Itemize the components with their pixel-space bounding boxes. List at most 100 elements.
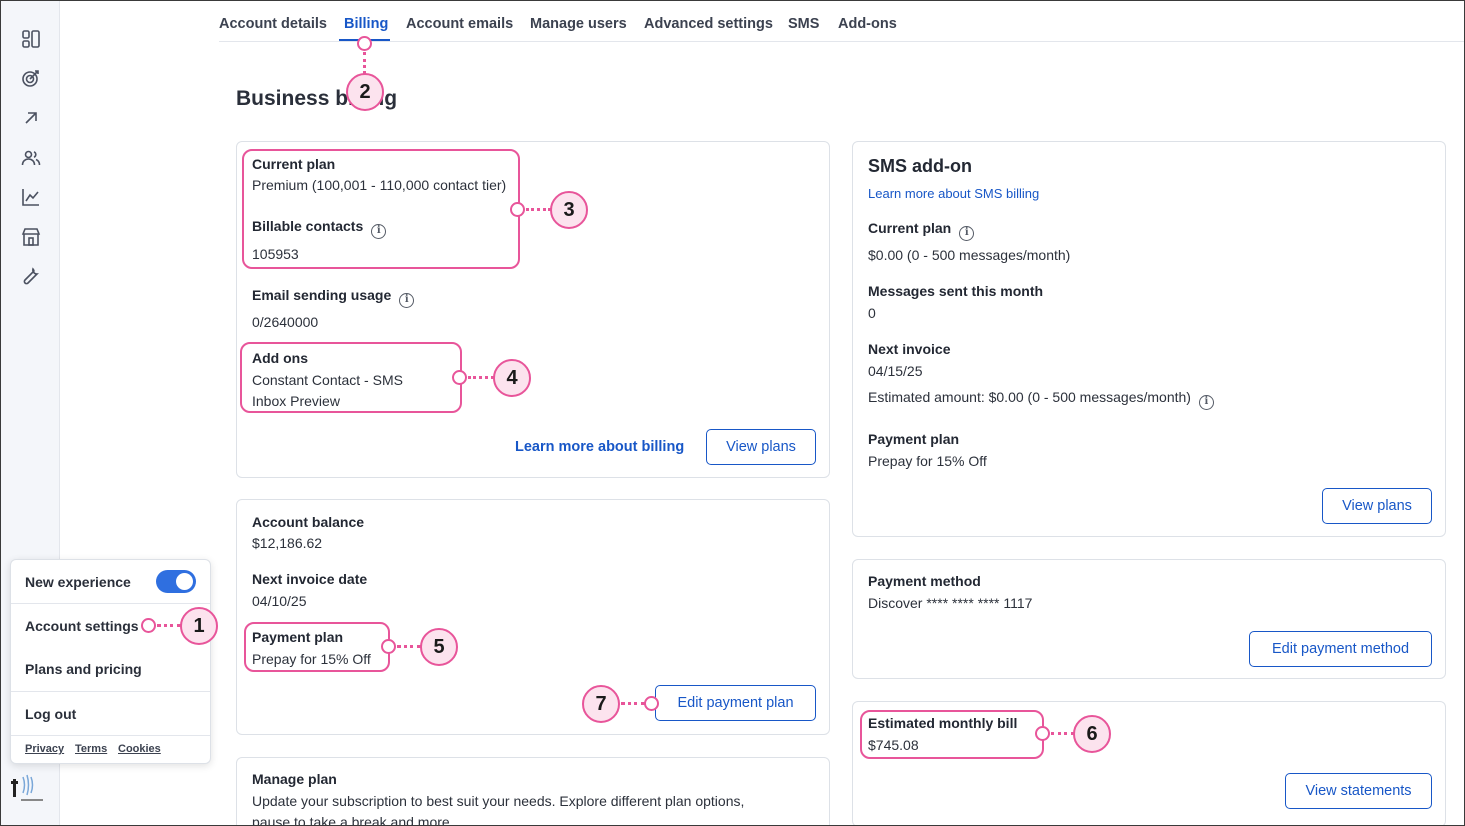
menu-divider [11, 691, 210, 692]
plan-card: Current plan Premium (100,001 - 110,000 … [236, 141, 830, 478]
email-usage-value: 0/2640000 [252, 314, 319, 330]
callout-connector [621, 702, 645, 705]
edit-payment-method-button[interactable]: Edit payment method [1249, 631, 1432, 667]
account-balance-label: Account balance [252, 514, 365, 530]
account-balance-card: Account balance $12,186.62 Next invoice … [236, 499, 830, 735]
tab-billing[interactable]: Billing [344, 16, 388, 32]
account-logo-icon[interactable] [11, 771, 47, 805]
edit-payment-plan-button[interactable]: Edit payment plan [655, 685, 816, 721]
addon-item: Constant Contact - SMS [252, 372, 403, 388]
billable-contacts-value: 105953 [252, 246, 299, 262]
callout-anchor-dot [1035, 726, 1050, 741]
app-window: Account details Billing Account emails M… [0, 0, 1465, 826]
sms-current-plan-text: Current plan [868, 220, 952, 236]
callout-anchor-dot [381, 639, 396, 654]
new-experience-toggle[interactable] [156, 570, 196, 593]
tab-sms[interactable]: SMS [788, 16, 819, 32]
sms-next-invoice-label: Next invoice [868, 341, 951, 357]
callout-badge-4: 4 [493, 359, 531, 397]
info-icon[interactable]: i [959, 226, 975, 241]
sms-estimated-text: Estimated amount: $0.00 (0 - 500 message… [868, 389, 1191, 405]
tab-advanced-settings[interactable]: Advanced settings [644, 16, 773, 32]
campaign-target-icon[interactable] [20, 67, 42, 89]
estimated-monthly-bill-label: Estimated monthly bill [868, 715, 1018, 731]
menu-divider [11, 735, 210, 736]
account-balance-value: $12,186.62 [252, 535, 323, 551]
info-icon[interactable]: i [1198, 395, 1214, 410]
payment-method-value: Discover **** **** **** 1117 [868, 595, 1033, 611]
callout-anchor-dot [357, 36, 372, 51]
tab-add-ons[interactable]: Add-ons [838, 16, 897, 32]
terms-link[interactable]: Terms [75, 743, 107, 755]
sms-next-invoice-value: 04/15/25 [868, 363, 923, 379]
callout-anchor-dot [452, 370, 467, 385]
callout-connector [468, 376, 494, 379]
manage-plan-title: Manage plan [252, 771, 337, 787]
callout-badge-6: 6 [1073, 715, 1111, 753]
log-out-menu-item[interactable]: Log out [25, 706, 76, 722]
contacts-icon[interactable] [20, 147, 42, 169]
payment-method-card: Payment method Discover **** **** **** 1… [852, 559, 1446, 679]
view-plans-button[interactable]: View plans [706, 429, 816, 465]
tab-account-details[interactable]: Account details [219, 16, 327, 32]
settings-tabs: Account details Billing Account emails M… [219, 1, 1464, 42]
store-icon[interactable] [20, 226, 42, 248]
tab-manage-users[interactable]: Manage users [530, 16, 627, 32]
current-plan-label: Current plan [252, 156, 336, 172]
sms-estimated-amount: Estimated amount: $0.00 (0 - 500 message… [868, 389, 1214, 410]
sms-current-plan-value: $0.00 (0 - 500 messages/month) [868, 247, 1071, 263]
current-plan-value: Premium (100,001 - 110,000 contact tier) [252, 177, 507, 193]
sms-current-plan-label: Current plan i [868, 220, 975, 241]
view-statements-button[interactable]: View statements [1285, 773, 1432, 809]
addon-item: Inbox Preview [252, 393, 340, 409]
tab-account-emails[interactable]: Account emails [406, 16, 513, 32]
learn-more-sms-link[interactable]: Learn more about SMS billing [868, 186, 1039, 201]
tools-wrench-icon[interactable] [20, 265, 42, 287]
callout-anchor-dot [141, 618, 156, 633]
account-settings-menu-item[interactable]: Account settings [25, 618, 139, 634]
manage-plan-card: Manage plan Update your subscription to … [236, 757, 830, 826]
info-icon[interactable]: i [371, 224, 387, 239]
estimated-monthly-bill-card: Estimated monthly bill $745.08 View stat… [852, 701, 1446, 825]
billable-contacts-label: Billable contacts i [252, 218, 387, 239]
arrow-up-right-icon[interactable] [20, 107, 42, 129]
email-usage-label: Email sending usage i [252, 287, 415, 308]
sms-payment-plan-value: Prepay for 15% Off [868, 453, 987, 469]
cookies-link[interactable]: Cookies [118, 743, 161, 755]
dashboard-icon[interactable] [20, 28, 42, 50]
sms-addon-title: SMS add-on [868, 156, 972, 176]
new-experience-label: New experience [25, 574, 131, 590]
privacy-link[interactable]: Privacy [25, 743, 64, 755]
callout-badge-3: 3 [550, 191, 588, 229]
callout-badge-1: 1 [180, 607, 218, 645]
plans-pricing-menu-item[interactable]: Plans and pricing [25, 661, 142, 677]
messages-sent-value: 0 [868, 305, 876, 321]
callout-connector [397, 645, 421, 648]
callout-connector [526, 208, 551, 211]
callout-badge-5: 5 [420, 628, 458, 666]
payment-plan-label: Payment plan [252, 629, 344, 645]
estimated-monthly-bill-value: $745.08 [868, 737, 919, 753]
account-menu-popup: New experience Account settings Plans an… [10, 559, 211, 764]
callout-badge-7: 7 [582, 685, 620, 723]
billable-contacts-text: Billable contacts [252, 218, 364, 234]
messages-sent-label: Messages sent this month [868, 283, 1044, 299]
next-invoice-date-label: Next invoice date [252, 571, 368, 587]
payment-method-label: Payment method [868, 573, 981, 589]
manage-plan-description: Update your subscription to best suit yo… [252, 793, 745, 809]
learn-more-billing-link[interactable]: Learn more about billing [515, 439, 684, 455]
menu-divider [11, 603, 210, 604]
callout-badge-2: 2 [346, 73, 384, 111]
callout-anchor-dot [510, 202, 525, 217]
callout-connector [363, 52, 366, 74]
payment-plan-value: Prepay for 15% Off [252, 651, 371, 667]
callout-anchor-dot [644, 696, 659, 711]
callout-connector [1051, 732, 1074, 735]
manage-plan-description: pause to take a break and more. [252, 814, 454, 826]
info-icon[interactable]: i [399, 293, 415, 308]
sms-payment-plan-label: Payment plan [868, 431, 960, 447]
sms-view-plans-button[interactable]: View plans [1322, 488, 1432, 524]
toggle-knob [176, 573, 193, 590]
next-invoice-date-value: 04/10/25 [252, 593, 307, 609]
reporting-icon[interactable] [20, 186, 42, 208]
